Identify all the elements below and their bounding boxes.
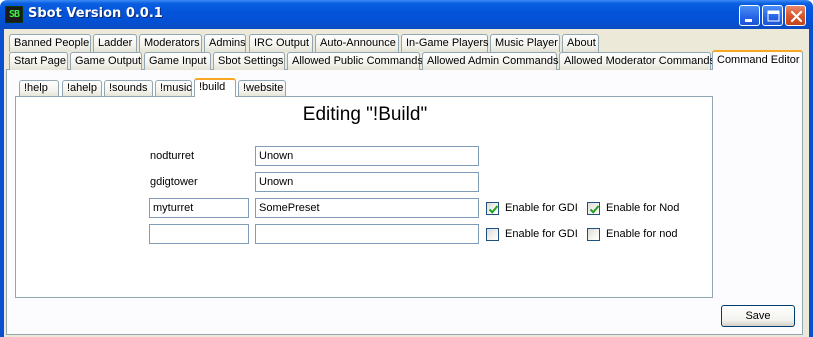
minimize-icon — [745, 19, 752, 22]
build-command-panel — [15, 96, 713, 298]
enable-gdi-checkbox[interactable] — [486, 202, 499, 215]
preset-value-field[interactable] — [255, 172, 479, 192]
preset-name-field[interactable] — [149, 224, 249, 244]
maximize-icon — [767, 10, 780, 22]
checkmark-icon — [488, 205, 499, 214]
tab-allowed-moderator-commands[interactable]: Allowed Moderator Commands — [559, 52, 715, 70]
checkmark-icon — [589, 205, 600, 214]
preset-value-field[interactable] — [255, 146, 479, 166]
enable-nod-label: Enable for nod — [606, 228, 678, 240]
tab-auto-announce[interactable]: Auto-Announce — [315, 34, 399, 52]
tab-about[interactable]: About — [562, 34, 599, 52]
enable-gdi-checkbox[interactable] — [486, 228, 499, 241]
tab-game-output[interactable]: Game Output — [70, 52, 142, 70]
enable-nod-label: Enable for Nod — [606, 202, 680, 214]
editor-heading: Editing "!Build" — [302, 104, 428, 125]
tab-music-player[interactable]: Music Player — [490, 34, 560, 52]
tab-command-editor[interactable]: Command Editor — [712, 50, 803, 70]
save-button[interactable]: Save — [721, 305, 795, 327]
minimize-button[interactable] — [739, 5, 760, 26]
close-icon — [790, 10, 803, 23]
window-title: Sbot Version 0.0.1 — [28, 6, 163, 21]
preset-name-label: gdigtower — [150, 176, 198, 188]
tab-ladder[interactable]: Ladder — [93, 34, 137, 52]
preset-name-label: nodturret — [150, 150, 195, 162]
preset-value-field[interactable] — [255, 224, 479, 244]
close-button[interactable] — [785, 5, 806, 26]
preset-name-field[interactable] — [149, 198, 249, 218]
tab-in-game-players[interactable]: In-Game Players — [401, 34, 489, 52]
preset-value-field[interactable] — [255, 198, 479, 218]
maximize-button[interactable] — [762, 5, 783, 26]
command-tab-ahelp[interactable]: !ahelp — [62, 80, 102, 97]
command-tab-help[interactable]: !help — [19, 80, 59, 97]
command-tab-music[interactable]: !music — [155, 80, 192, 97]
tab-start-page[interactable]: Start Page — [9, 52, 68, 70]
title-bar[interactable]: SB Sbot Version 0.0.1 — [0, 0, 813, 29]
tab-allowed-admin-commands[interactable]: Allowed Admin Commands — [422, 52, 558, 70]
tab-allowed-public-commands[interactable]: Allowed Public Commands — [287, 52, 423, 70]
command-tab-website[interactable]: !website — [238, 80, 286, 97]
tab-irc-output[interactable]: IRC Output — [249, 34, 313, 52]
tab-admins[interactable]: Admins — [204, 34, 246, 52]
tab-game-input[interactable]: Game Input — [144, 52, 211, 70]
enable-nod-checkbox[interactable] — [587, 202, 600, 215]
tab-moderators[interactable]: Moderators — [139, 34, 202, 52]
enable-nod-checkbox[interactable] — [587, 228, 600, 241]
sbot-app-icon: SB — [5, 6, 23, 23]
tab-banned-people[interactable]: Banned People — [9, 34, 91, 52]
command-tab-build[interactable]: !build — [194, 78, 236, 97]
command-tab-sounds[interactable]: !sounds — [104, 80, 153, 97]
enable-gdi-label: Enable for GDI — [505, 202, 578, 214]
tab-sbot-settings[interactable]: Sbot Settings — [213, 52, 285, 70]
enable-gdi-label: Enable for GDI — [505, 228, 578, 240]
